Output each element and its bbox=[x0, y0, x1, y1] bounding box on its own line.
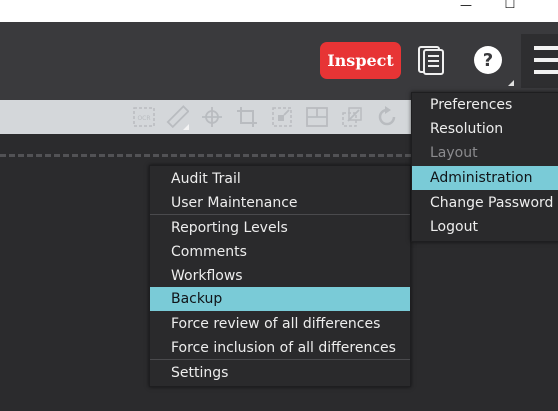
menu-item-resolution[interactable]: Resolution bbox=[412, 117, 558, 141]
menu-item-force-inclusion[interactable]: Force inclusion of all differences bbox=[150, 336, 410, 360]
refresh-icon[interactable] bbox=[375, 105, 399, 129]
menu-item-force-review[interactable]: Force review of all differences bbox=[150, 312, 410, 336]
inspect-button[interactable]: Inspect bbox=[320, 42, 401, 79]
help-icon[interactable]: ? bbox=[472, 44, 506, 78]
menu-item-settings[interactable]: Settings bbox=[150, 361, 410, 385]
menu-item-layout: Layout bbox=[430, 145, 478, 161]
notes-icon[interactable] bbox=[415, 44, 447, 76]
ocr-icon[interactable]: OCR bbox=[132, 105, 156, 129]
menu-item-comments[interactable]: Comments bbox=[150, 240, 410, 264]
administration-submenu: Audit Trail User Maintenance Reporting L… bbox=[149, 165, 411, 387]
menu-item-user-maintenance[interactable]: User Maintenance bbox=[150, 191, 410, 215]
resize-icon[interactable] bbox=[270, 105, 294, 129]
compare-icon[interactable] bbox=[340, 105, 364, 129]
svg-text:OCR: OCR bbox=[137, 115, 150, 122]
menu-item-audit-trail[interactable]: Audit Trail bbox=[150, 167, 410, 191]
crosshair-icon[interactable] bbox=[200, 105, 224, 129]
menu-item-change-password[interactable]: Change Password bbox=[412, 191, 558, 215]
minimize-button[interactable]: — bbox=[457, 0, 475, 12]
hamburger-menu-icon-line bbox=[534, 70, 558, 74]
menu-item-logout[interactable]: Logout bbox=[412, 215, 558, 239]
help-dropdown-caret bbox=[508, 80, 514, 86]
crop-icon[interactable] bbox=[235, 105, 259, 129]
main-menu: Preferences Resolution Layout Administra… bbox=[411, 92, 558, 242]
menu-item-preferences[interactable]: Preferences bbox=[412, 93, 558, 117]
section-divider bbox=[0, 154, 411, 157]
menu-separator bbox=[150, 214, 410, 215]
menu-item-administration[interactable]: Administration bbox=[412, 166, 558, 190]
help-glyph: ? bbox=[483, 50, 493, 71]
menu-separator bbox=[150, 359, 410, 360]
menu-item-reporting-levels[interactable]: Reporting Levels bbox=[150, 216, 410, 240]
menu-item-workflows[interactable]: Workflows bbox=[150, 264, 410, 288]
window-titlebar: — ☐ bbox=[0, 0, 558, 22]
hamburger-menu-icon bbox=[534, 46, 558, 50]
menu-item-backup[interactable]: Backup bbox=[150, 287, 410, 311]
maximize-button[interactable]: ☐ bbox=[501, 0, 519, 11]
ruler-dropdown-caret bbox=[183, 124, 189, 130]
hamburger-menu-icon-line bbox=[534, 58, 558, 62]
grid-layout-icon[interactable] bbox=[305, 105, 329, 129]
